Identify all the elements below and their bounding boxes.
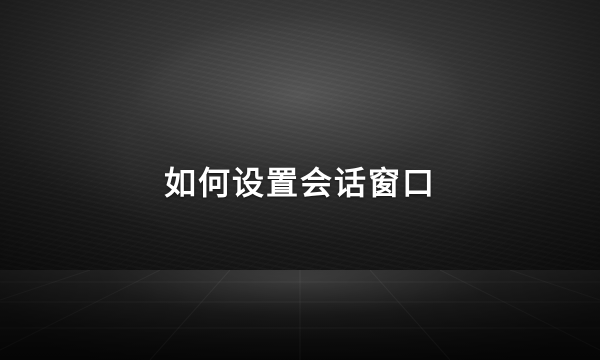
background-scene: 如何设置会话窗口 (0, 0, 600, 360)
wall-texture (0, 0, 600, 270)
floor-tile-lines (0, 270, 600, 360)
floor (0, 270, 600, 360)
page-title: 如何设置会话窗口 (163, 164, 436, 202)
